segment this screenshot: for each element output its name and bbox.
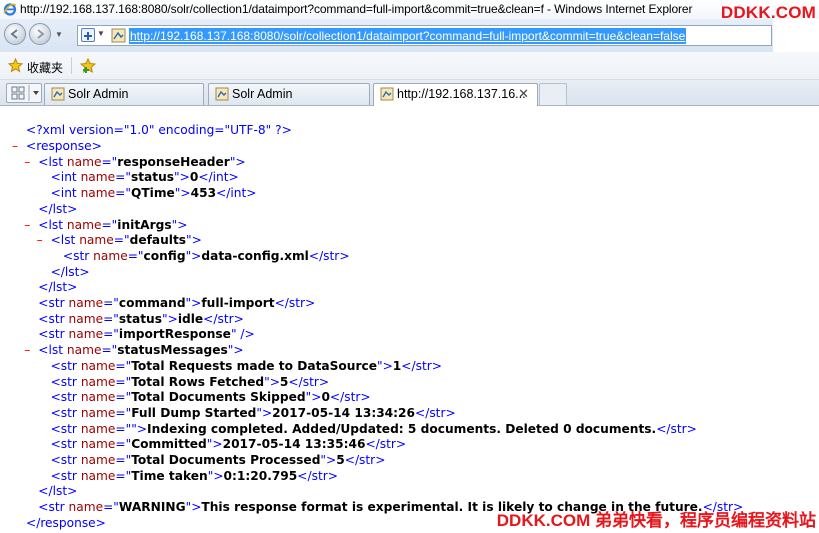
xml-line[interactable]: – <response>: [12, 139, 102, 155]
window-titlebar: http://192.168.137.168:8080/solr/collect…: [0, 0, 819, 22]
xml-line: <str name="importResponse" />: [38, 327, 255, 342]
xml-document-view: <?xml version="1.0" encoding="UTF-8" ?> …: [0, 106, 819, 533]
xml-line: <str name="Committed">2017-05-14 13:35:4…: [50, 437, 407, 452]
tab-solr-admin-1[interactable]: Solr Admin: [44, 83, 204, 105]
xml-line: </lst>: [38, 484, 78, 499]
collapse-toggle-icon[interactable]: –: [24, 155, 30, 171]
xml-line[interactable]: – <lst name="responseHeader">: [24, 155, 245, 171]
tab-label: http://192.168.137.16...: [397, 87, 526, 101]
collapse-toggle-icon[interactable]: –: [12, 139, 18, 155]
xml-line: <str name="command">full-import</str>: [38, 296, 316, 310]
favorites-star-icon[interactable]: [8, 58, 23, 73]
collapse-toggle-icon[interactable]: –: [24, 343, 30, 359]
add-favorite-icon[interactable]: [80, 58, 96, 74]
xml-declaration-text: <?xml version="1.0" encoding="UTF-8" ?>: [26, 123, 292, 137]
back-button[interactable]: [4, 23, 26, 45]
page-icon: [380, 87, 394, 101]
xml-line: </lst>: [38, 201, 78, 216]
xml-declaration: <?xml version="1.0" encoding="UTF-8" ?>: [26, 123, 292, 139]
xml-line: <str name="config">data-config.xml</str>: [62, 248, 350, 263]
address-row: ▼ ▼ http://192.168.137.168:8080/solr/col…: [0, 19, 819, 52]
xml-line: <str name="Total Requests made to DataSo…: [50, 358, 442, 373]
xml-line[interactable]: – <lst name="statusMessages">: [24, 343, 243, 359]
xml-line: </response>: [26, 515, 106, 530]
forward-button[interactable]: [29, 23, 51, 45]
xml-line[interactable]: – <lst name="defaults">: [37, 233, 202, 249]
collapse-toggle-icon[interactable]: –: [24, 218, 30, 234]
xml-line: <str name="Total Documents Processed">5<…: [50, 453, 386, 467]
close-tab-icon[interactable]: ✕: [518, 86, 529, 102]
xml-line: </lst>: [38, 280, 78, 295]
favorites-bar: 收藏夹: [0, 52, 819, 80]
watermark-bottom: DDKK.COM 弟弟快看，程序员编程资料站: [496, 511, 816, 530]
xml-line: <str name="Full Dump Started">2017-05-14…: [50, 405, 456, 420]
collapse-toggle-icon[interactable]: –: [37, 233, 43, 249]
xml-line: <str name="Total Rows Fetched">5</str>: [50, 374, 330, 389]
quick-tabs-icon: [11, 85, 39, 101]
tab-label: Solr Admin: [68, 87, 129, 101]
address-bar[interactable]: ▼ http://192.168.137.168:8080/solr/colle…: [77, 25, 772, 46]
xml-line: <str name="status">idle</str>: [38, 311, 244, 326]
forward-arrow-icon: [37, 29, 45, 39]
favorites-label[interactable]: 收藏夹: [27, 59, 63, 76]
add-icon[interactable]: [81, 28, 95, 42]
tab-dataimport-active[interactable]: http://192.168.137.16... ✕: [373, 83, 538, 106]
xml-line[interactable]: – <lst name="initArgs">: [24, 218, 187, 234]
xml-line: <str name="Total Documents Skipped">0</s…: [50, 390, 371, 405]
back-arrow-icon: [10, 29, 18, 39]
quick-tabs-button[interactable]: [6, 83, 42, 103]
favorites-separator: [71, 57, 72, 74]
window-title: http://192.168.137.168:8080/solr/collect…: [20, 2, 693, 16]
xml-line: <str name="Time taken">0:1:20.795</str>: [50, 468, 338, 483]
tab-label: Solr Admin: [232, 87, 293, 101]
xml-line: <str name="">Indexing completed. Added/U…: [50, 421, 697, 436]
tab-solr-admin-2[interactable]: Solr Admin: [208, 83, 370, 105]
page-icon: [215, 87, 229, 101]
tab-bar: Solr Admin Solr Admin http://192.168.137…: [0, 80, 819, 106]
xml-line: </lst>: [50, 264, 90, 279]
page-icon: [111, 28, 126, 43]
history-dropdown-icon[interactable]: ▼: [55, 30, 63, 39]
xml-line: <int name="QTime">453</int>: [50, 186, 257, 201]
new-tab-button[interactable]: [539, 83, 567, 105]
address-url[interactable]: http://192.168.137.168:8080/solr/collect…: [129, 28, 687, 44]
ie-logo-icon: [3, 3, 17, 16]
xml-line: <int name="status">0</int>: [50, 170, 239, 185]
page-icon: [51, 87, 65, 101]
compat-dropdown-icon[interactable]: ▼: [97, 29, 105, 38]
